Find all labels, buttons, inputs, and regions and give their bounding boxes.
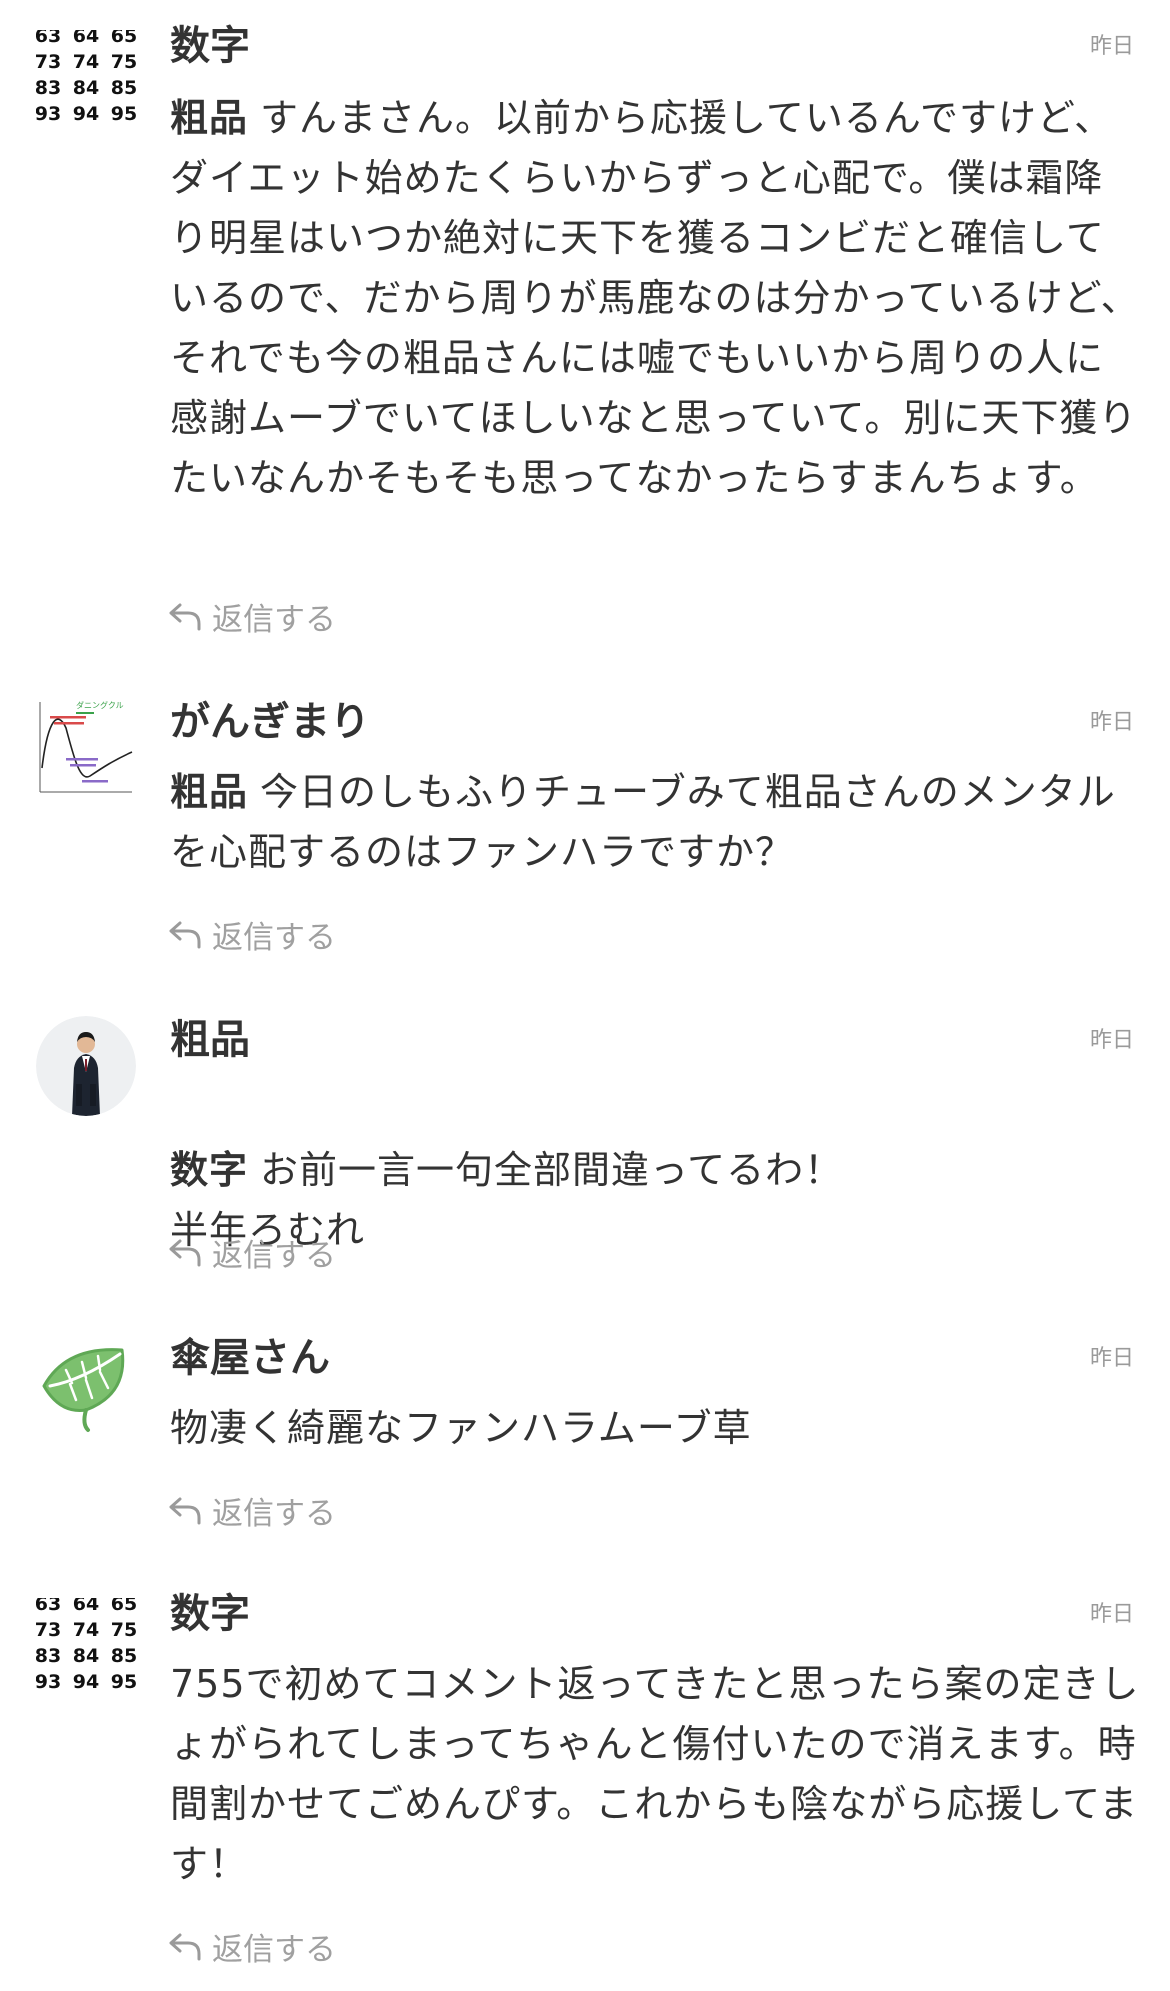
avatar-number: 95	[111, 1671, 136, 1693]
reply-arrow-icon	[168, 601, 202, 631]
mention-tag[interactable]: 粗品	[170, 770, 248, 814]
comment-text: 今日のしもふりチューブみて粗品さんのメンタルを心配するのはファンハラですか？	[170, 770, 1116, 874]
comment-text: すんまさん。以前から応援しているんですけど、ダイエット始めたくらいからずっと心配…	[170, 96, 1140, 500]
avatar-number: 74	[73, 51, 99, 73]
avatar-graph-image[interactable]: ダニングクル	[36, 698, 136, 798]
avatar-photo[interactable]	[36, 1016, 136, 1116]
avatar-number: 95	[111, 103, 136, 125]
avatar-number: 63	[36, 1598, 61, 1615]
comment-timestamp: 昨日	[1089, 1346, 1134, 1371]
comment-text: 755で初めてコメント返ってきたと思ったら案の定きしょがられてしまってちゃんと傷…	[170, 1662, 1140, 1886]
avatar-number: 93	[36, 103, 61, 125]
comment-timestamp: 昨日	[1089, 710, 1134, 735]
avatar-number: 84	[73, 77, 99, 99]
comment-author[interactable]: がんぎまり	[170, 698, 370, 746]
avatar-number: 65	[111, 30, 136, 47]
avatar-number: 73	[36, 1619, 61, 1641]
avatar-number: 94	[73, 1671, 99, 1693]
avatar-number: 73	[36, 51, 61, 73]
comment-author[interactable]: 数字	[170, 1590, 250, 1638]
avatar-number: 93	[36, 1671, 61, 1693]
comment-timestamp: 昨日	[1089, 1602, 1134, 1627]
reply-arrow-icon	[168, 919, 202, 949]
reply-button[interactable]: 返信する	[168, 1490, 336, 1532]
avatar-caption: ダニングクル	[76, 700, 124, 710]
avatar-number: 84	[73, 1645, 99, 1667]
comment-author[interactable]: 数字	[170, 22, 250, 70]
mention-tag[interactable]: 数字	[170, 1148, 248, 1192]
reply-label: 返信する	[212, 1495, 336, 1532]
avatar-number: 85	[111, 77, 136, 99]
reply-label: 返信する	[212, 601, 336, 638]
comment-thread: 63 64 65 73 74 75 83 84 85 93 94 95 数字 昨…	[0, 0, 1170, 1991]
reply-button[interactable]: 返信する	[168, 596, 336, 638]
avatar-number: 63	[36, 30, 61, 47]
avatar-number: 74	[73, 1619, 99, 1641]
avatar-number: 94	[73, 103, 99, 125]
reply-button[interactable]: 返信する	[168, 1926, 336, 1968]
reply-arrow-icon	[168, 1495, 202, 1525]
reply-label: 返信する	[212, 1237, 336, 1274]
comment-body: 粗品 すんまさん。以前から応援しているんですけど、ダイエット始めたくらいからずっと…	[170, 88, 1140, 508]
avatar-number: 83	[36, 1645, 61, 1667]
comment-timestamp: 昨日	[1089, 1028, 1134, 1053]
reply-button[interactable]: 返信する	[168, 1232, 336, 1274]
comment-body: 755で初めてコメント返ってきたと思ったら案の定きしょがられてしまってちゃんと傷…	[170, 1654, 1140, 1894]
reply-label: 返信する	[212, 919, 336, 956]
reply-arrow-icon	[168, 1237, 202, 1267]
avatar-leaf-image[interactable]	[36, 1334, 136, 1434]
mention-tag[interactable]: 粗品	[170, 96, 248, 140]
avatar-number-grid[interactable]: 63 64 65 73 74 75 83 84 85 93 94 95	[36, 30, 136, 130]
comment-timestamp: 昨日	[1089, 34, 1134, 59]
avatar-number: 83	[36, 77, 61, 99]
avatar-number: 64	[73, 30, 99, 47]
comment-body: 粗品 今日のしもふりチューブみて粗品さんのメンタルを心配するのはファンハラですか？	[170, 762, 1140, 882]
avatar-number: 75	[111, 1619, 136, 1641]
comment-body: 物凄く綺麗なファンハラムーブ草	[170, 1398, 1140, 1458]
comment-text: 物凄く綺麗なファンハラムーブ草	[170, 1406, 752, 1450]
reply-button[interactable]: 返信する	[168, 914, 336, 956]
comment-author[interactable]: 粗品	[170, 1016, 250, 1064]
avatar-number-grid[interactable]: 63 64 65 73 74 75 83 84 85 93 94 95	[36, 1598, 136, 1698]
avatar-number: 85	[111, 1645, 136, 1667]
reply-label: 返信する	[212, 1931, 336, 1968]
avatar-number: 65	[111, 1598, 136, 1615]
avatar-number: 64	[73, 1598, 99, 1615]
reply-arrow-icon	[168, 1931, 202, 1961]
comment-author[interactable]: 傘屋さん	[170, 1334, 330, 1382]
avatar-number: 75	[111, 51, 136, 73]
